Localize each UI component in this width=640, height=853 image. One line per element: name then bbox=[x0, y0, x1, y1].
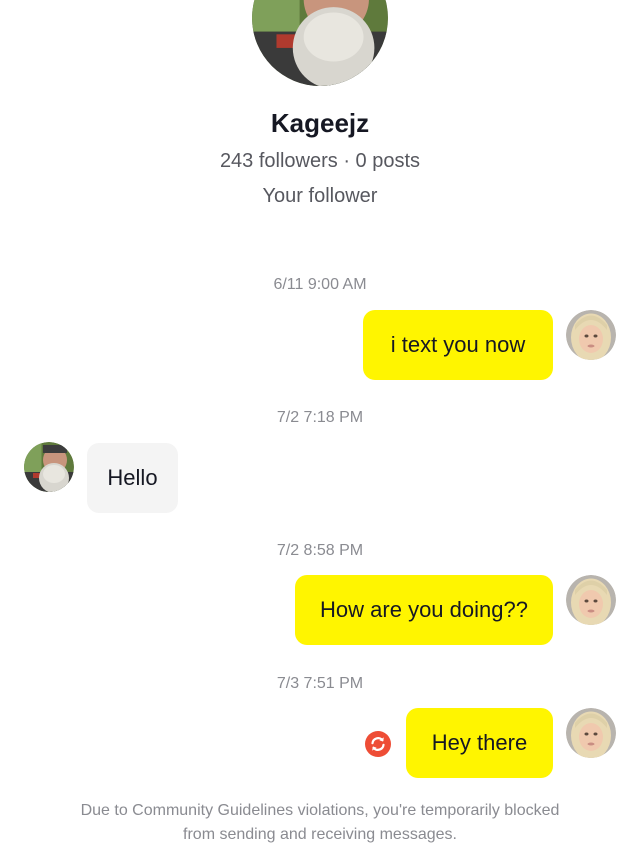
my-avatar[interactable] bbox=[566, 708, 616, 758]
outgoing-message-bubble[interactable]: How are you doing?? bbox=[295, 575, 553, 645]
my-avatar[interactable] bbox=[566, 575, 616, 625]
blocked-notice-line: Due to Community Guidelines violations, … bbox=[80, 802, 560, 819]
message-timestamp: 7/3 7:51 PM bbox=[276, 675, 364, 692]
profile-relation: Your follower bbox=[262, 185, 378, 207]
my-avatar[interactable] bbox=[566, 310, 616, 360]
message-timestamp: 7/2 8:58 PM bbox=[276, 542, 364, 559]
contact-avatar[interactable] bbox=[24, 442, 74, 492]
incoming-message-bubble[interactable]: Hello bbox=[87, 443, 178, 513]
message-timestamp: 7/2 7:18 PM bbox=[276, 409, 364, 426]
profile-photo-icon bbox=[252, 0, 388, 86]
blocked-notice-line: from sending and receiving messages. bbox=[183, 826, 457, 843]
user-avatar-icon bbox=[566, 575, 616, 625]
user-avatar-icon bbox=[566, 310, 616, 360]
resend-icon[interactable] bbox=[365, 731, 391, 757]
profile-stats: 243 followers · 0 posts bbox=[219, 150, 421, 172]
user-avatar-icon bbox=[566, 708, 616, 758]
profile-avatar[interactable] bbox=[252, 0, 388, 86]
contact-avatar-icon bbox=[24, 442, 74, 492]
outgoing-message-bubble[interactable]: i text you now bbox=[363, 310, 553, 380]
outgoing-message-bubble[interactable]: Hey there bbox=[406, 708, 553, 778]
blocked-notice: Due to Community Guidelines violations, … bbox=[30, 799, 610, 847]
profile-name[interactable]: Kageejz bbox=[0, 108, 640, 139]
message-timestamp: 6/11 9:00 AM bbox=[273, 276, 367, 293]
